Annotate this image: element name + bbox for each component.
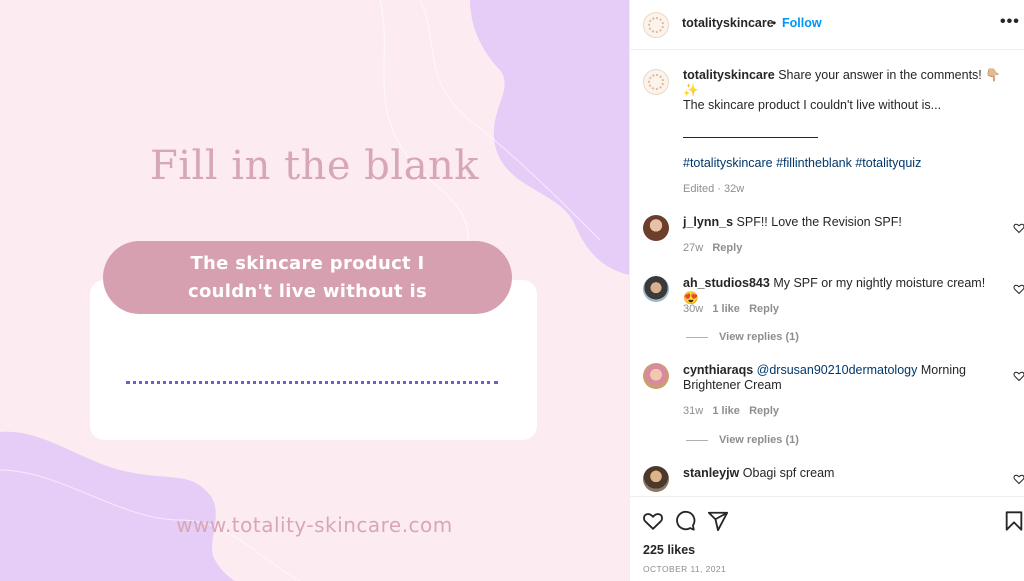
comment-like-icon[interactable] xyxy=(1013,283,1024,295)
comment-meta: 27w Reply xyxy=(683,242,742,254)
comment-username[interactable]: cynthiaraqs xyxy=(683,363,753,377)
comment-meta: 31w 1 like Reply xyxy=(683,405,779,417)
comment-text: SPF!! Love the Revision SPF! xyxy=(736,215,902,229)
comment-body: stanleyjw Obagi spf cream xyxy=(683,466,1003,481)
reply-button[interactable]: Reply xyxy=(749,303,779,315)
caption-meta: Edited · 32w xyxy=(683,183,745,195)
reply-button[interactable]: Reply xyxy=(749,405,779,417)
post-actions: 225 likes OCTOBER 11, 2021 xyxy=(630,496,1024,581)
caption-username[interactable]: totalityskincare xyxy=(683,68,775,82)
commenter-avatar[interactable] xyxy=(643,466,669,492)
comment-like-icon[interactable] xyxy=(1013,222,1024,234)
comment-username[interactable]: stanleyjw xyxy=(683,466,739,480)
prompt-pill: The skincare product I couldn't live wit… xyxy=(103,241,512,314)
post-date: OCTOBER 11, 2021 xyxy=(643,564,727,574)
image-website: www.totality-skincare.com xyxy=(176,513,453,537)
comment-likes[interactable]: 1 like xyxy=(712,303,740,315)
comment-time: 30w xyxy=(683,303,704,315)
brand-logo-icon xyxy=(648,74,664,90)
blank-line xyxy=(683,137,818,138)
comment-icon[interactable] xyxy=(674,510,696,532)
comment-like-icon[interactable] xyxy=(1013,370,1024,382)
post-image: Fill in the blank The skincare product I… xyxy=(0,0,629,581)
view-replies-line xyxy=(686,337,708,338)
header-username[interactable]: totalityskincare xyxy=(682,16,774,30)
view-replies-button[interactable]: View replies (1) xyxy=(719,434,799,446)
comment-text: Obagi spf cream xyxy=(742,466,835,480)
separator-dot: • xyxy=(772,16,777,30)
reply-button[interactable]: Reply xyxy=(712,242,742,254)
brand-logo-icon xyxy=(648,17,664,33)
prompt-text: The skincare product I couldn't live wit… xyxy=(187,252,427,302)
comment-body: cynthiaraqs @drsusan90210dermatology Mor… xyxy=(683,363,1003,393)
comment-time: 27w xyxy=(683,242,704,254)
caption-avatar[interactable] xyxy=(643,69,669,95)
heart-icon[interactable] xyxy=(642,510,664,532)
post-sidebar: totalityskincare • Follow ••• totalitysk… xyxy=(629,0,1024,581)
post-header: totalityskincare • Follow ••• xyxy=(630,0,1024,50)
commenter-avatar[interactable] xyxy=(643,276,669,302)
commenter-avatar[interactable] xyxy=(643,215,669,241)
caption-line2: The skincare product I couldn't live wit… xyxy=(683,98,942,112)
caption-hashtags[interactable]: #totalityskincare #fillintheblank #total… xyxy=(683,156,921,171)
likes-count[interactable]: 225 likes xyxy=(643,543,695,557)
answer-dotted-line xyxy=(126,381,498,384)
bookmark-icon[interactable] xyxy=(1003,510,1024,532)
comments-list[interactable]: totalityskincare Share your answer in th… xyxy=(630,51,1024,496)
image-title: Fill in the blank xyxy=(149,143,480,189)
comment-like-icon[interactable] xyxy=(1013,473,1024,485)
commenter-avatar[interactable] xyxy=(643,363,669,389)
more-options-icon[interactable]: ••• xyxy=(1000,13,1020,31)
view-replies-line xyxy=(686,440,708,441)
follow-button[interactable]: Follow xyxy=(782,16,822,30)
comment-time: 31w xyxy=(683,405,704,417)
comment-body: ah_studios843 My SPF or my nightly moist… xyxy=(683,276,1003,306)
comment-mention[interactable]: @drsusan90210dermatology xyxy=(757,363,918,377)
comment-meta: 30w 1 like Reply xyxy=(683,303,779,315)
comment-text: Morning xyxy=(917,363,967,377)
view-replies-button[interactable]: View replies (1) xyxy=(719,331,799,343)
avatar[interactable] xyxy=(643,12,669,38)
comment-likes[interactable]: 1 like xyxy=(712,405,740,417)
caption-line: totalityskincare Share your answer in th… xyxy=(683,68,1013,98)
comment-username[interactable]: ah_studios843 xyxy=(683,276,770,290)
comment-text-line2: Brightener Cream xyxy=(683,378,782,392)
share-icon[interactable] xyxy=(707,510,729,532)
comment-username[interactable]: j_lynn_s xyxy=(683,215,733,229)
comment-body: j_lynn_s SPF!! Love the Revision SPF! xyxy=(683,215,1003,230)
